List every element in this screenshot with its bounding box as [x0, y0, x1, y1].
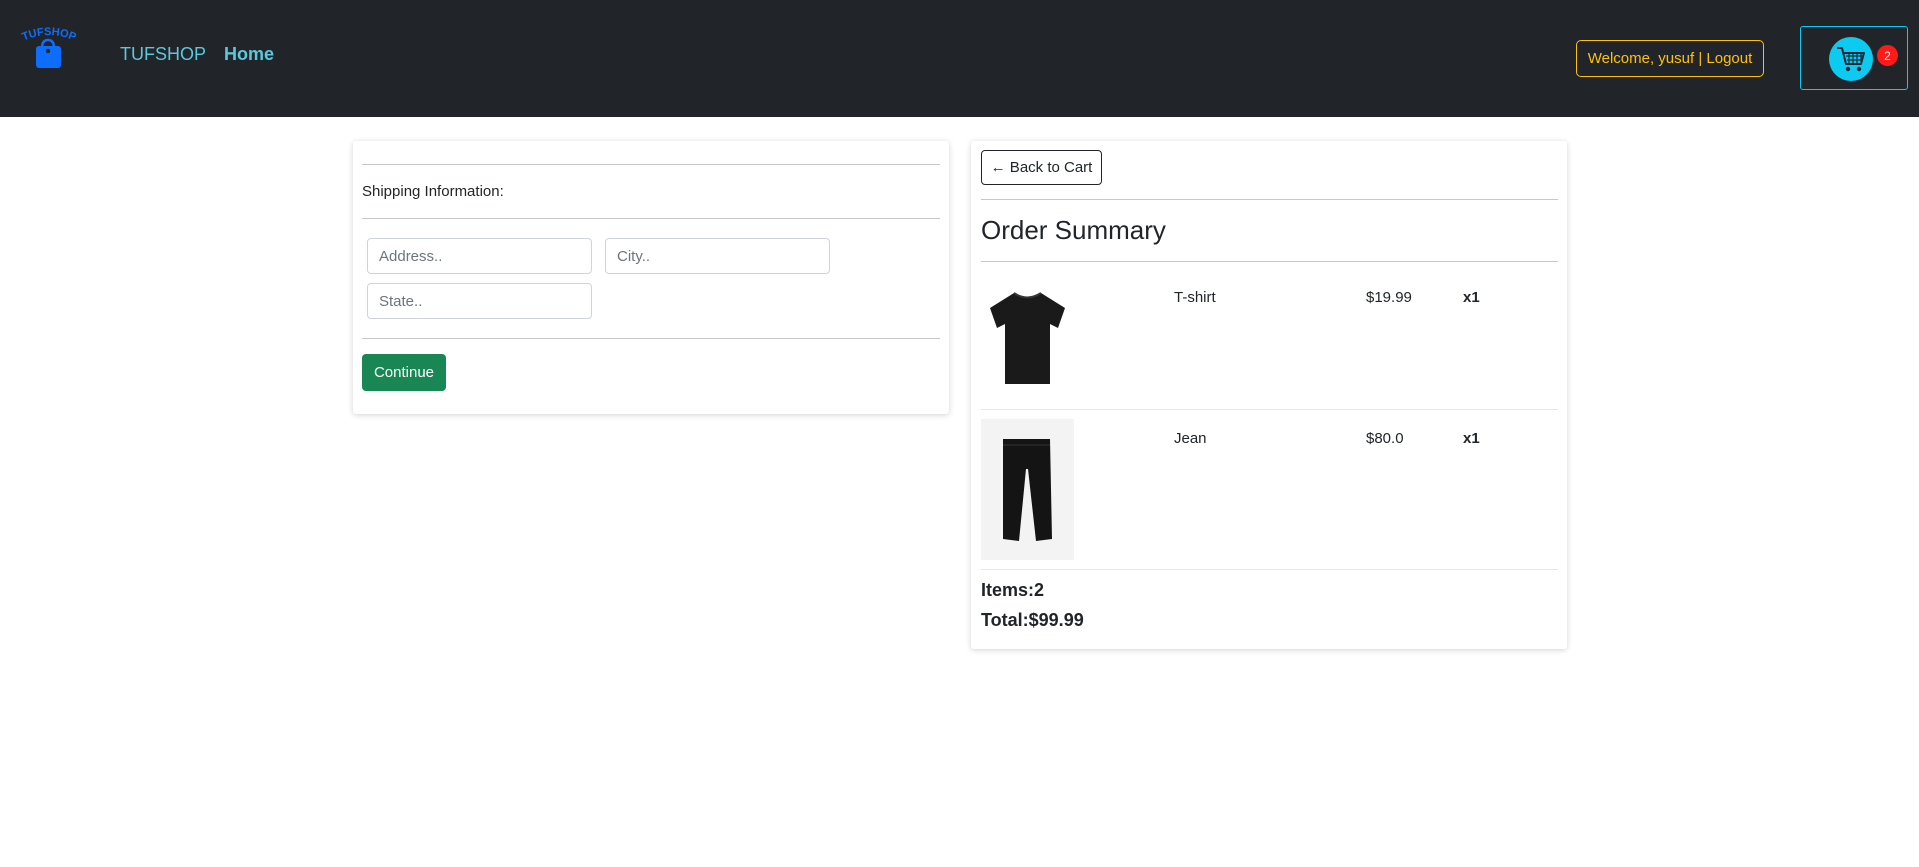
cart-button[interactable]: 2	[1800, 26, 1908, 90]
item-price: $80.0	[1366, 430, 1404, 447]
cart-count-badge: 2	[1877, 45, 1898, 66]
items-count: Items:2	[981, 580, 1045, 600]
nav-home-link[interactable]: Home	[224, 44, 274, 65]
divider	[362, 338, 940, 339]
divider	[362, 164, 940, 165]
continue-button[interactable]: Continue	[362, 354, 446, 391]
shipping-form-card: Shipping Information: Continue	[353, 141, 949, 414]
item-name: T-shirt	[1174, 289, 1216, 306]
jeans-image	[981, 419, 1074, 560]
order-item: T-shirt $19.99 x1	[981, 278, 1558, 398]
order-item: Jean $80.0 x1	[981, 419, 1558, 560]
divider	[981, 199, 1558, 200]
brand-link[interactable]: TUFSHOP	[120, 44, 206, 65]
divider	[362, 218, 940, 219]
shipping-info-label: Shipping Information:	[362, 183, 504, 200]
item-quantity: x1	[1463, 430, 1480, 447]
order-summary-card: ← Back to Cart Order Summary T-shirt $19…	[971, 141, 1567, 649]
item-quantity: x1	[1463, 289, 1480, 306]
navbar: TUFSHOP TUFSHOP Home Welcome, yusuf | Lo…	[0, 0, 1919, 117]
item-name: Jean	[1174, 430, 1207, 447]
order-total: Total:$99.99	[981, 610, 1084, 630]
divider	[981, 569, 1558, 570]
item-price: $19.99	[1366, 289, 1412, 306]
back-to-cart-button[interactable]: ← Back to Cart	[981, 150, 1102, 185]
divider	[981, 409, 1558, 410]
tufshop-logo[interactable]: TUFSHOP	[18, 26, 80, 70]
tshirt-image	[981, 278, 1074, 398]
cart-icon	[1829, 37, 1873, 81]
divider	[981, 261, 1558, 262]
address-input[interactable]	[367, 238, 592, 274]
state-input[interactable]	[367, 283, 592, 319]
welcome-logout-button[interactable]: Welcome, yusuf | Logout	[1576, 40, 1764, 77]
order-summary-title: Order Summary	[981, 215, 1166, 245]
city-input[interactable]	[605, 238, 830, 274]
